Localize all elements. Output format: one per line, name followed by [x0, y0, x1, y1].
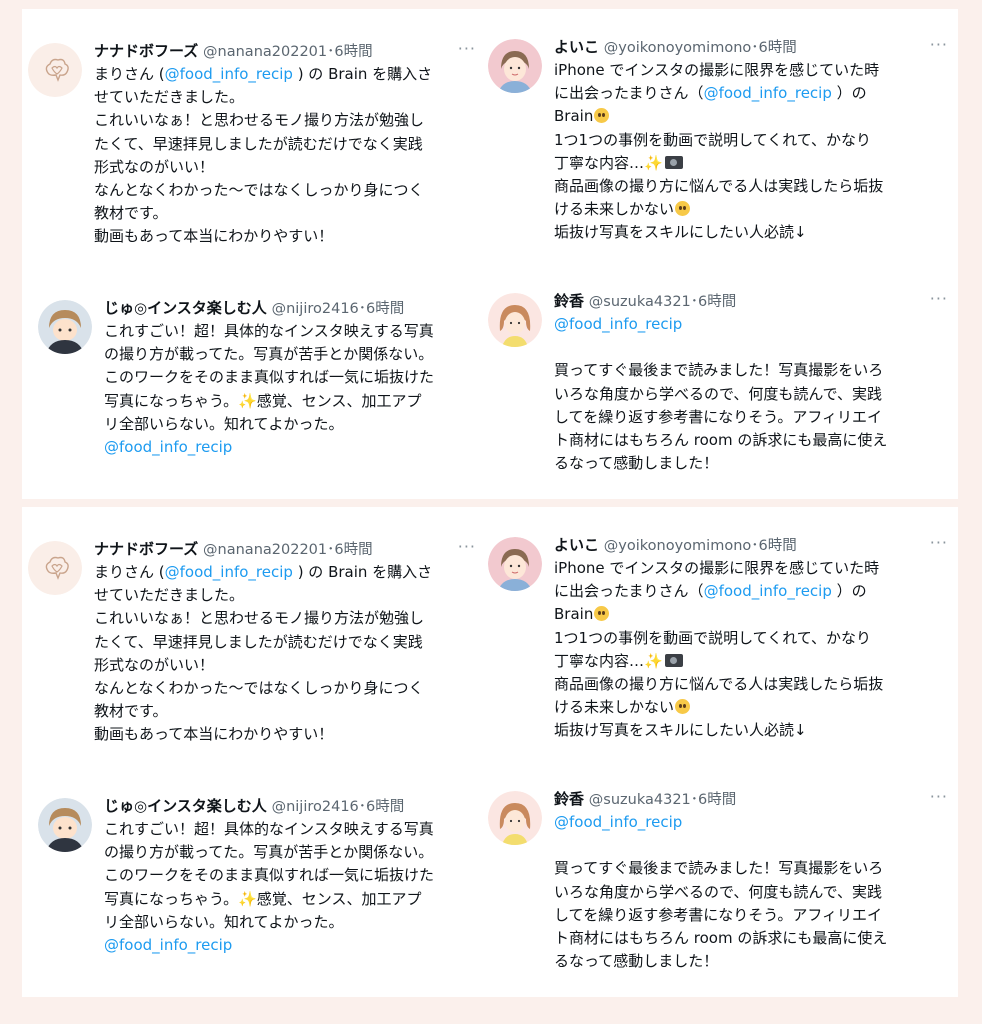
mention-link[interactable]: @food_info_recip	[165, 65, 293, 83]
handle-time: @nijiro2416･6時間	[271, 799, 405, 815]
avatar-yoiko[interactable]	[488, 537, 542, 591]
handle-time: @suzuka4321･6時間	[588, 792, 737, 808]
mention-link[interactable]: @food_info_recip	[165, 563, 293, 581]
avatar-nijiro[interactable]	[38, 300, 92, 354]
handle-time: @suzuka4321･6時間	[588, 294, 737, 310]
username[interactable]: ナナドボフーズ	[94, 540, 198, 558]
more-options-icon[interactable]: ···	[930, 787, 948, 807]
mention-link[interactable]: @food_info_recip	[104, 934, 480, 957]
tweet-text: これすごい！超！具体的なインスタ映えする写真 の撮り方が載ってた。写真が苦手とか…	[104, 320, 480, 459]
tweet-text: iPhone でインスタの撮影に限界を感じていた時 に出会ったまりさん（@foo…	[554, 61, 884, 242]
pleading-face-icon	[594, 108, 610, 124]
mention-link[interactable]: @food_info_recip	[554, 313, 952, 336]
camera-icon	[664, 653, 683, 667]
pleading-face-icon	[675, 201, 691, 217]
tweet-text: @food_info_recip 買ってすぐ最後まで読みました！写真撮影をいろ …	[554, 313, 952, 475]
handle-time: @yoikonoyomimono･6時間	[603, 538, 797, 554]
tweet-text: まりさん (@food_info_recip ) の Brain を購入さ せて…	[94, 563, 433, 744]
avatar-suzuka[interactable]	[488, 293, 542, 347]
more-options-icon[interactable]: ···	[458, 39, 476, 59]
pleading-face-icon	[675, 699, 691, 715]
tweet-text: iPhone でインスタの撮影に限界を感じていた時 に出会ったまりさん（@foo…	[554, 559, 884, 740]
username[interactable]: よいこ	[554, 38, 599, 56]
avatar-yoiko[interactable]	[488, 39, 542, 93]
tweet-text: これすごい！超！具体的なインスタ映えする写真 の撮り方が載ってた。写真が苦手とか…	[104, 818, 480, 957]
sparkles-icon: ✨	[238, 391, 257, 410]
avatar-nanana[interactable]	[28, 541, 82, 595]
more-options-icon[interactable]: ···	[930, 35, 948, 55]
mention-link[interactable]: @food_info_recip	[704, 84, 832, 102]
mention-link[interactable]: @food_info_recip	[104, 436, 480, 459]
pleading-face-icon	[594, 606, 610, 622]
mention-link[interactable]: @food_info_recip	[554, 811, 952, 834]
more-options-icon[interactable]: ···	[930, 533, 948, 553]
handle-time: @nanana202201･6時間	[203, 44, 373, 60]
tweet-text: まりさん (@food_info_recip ) の Brain を購入さ せて…	[94, 65, 433, 246]
more-options-icon[interactable]: ···	[458, 537, 476, 557]
sparkles-icon: ✨	[644, 651, 663, 670]
handle-time: @yoikonoyomimono･6時間	[603, 40, 797, 56]
review-panel-top: ナナドボフーズ @nanana202201･6時間 ··· まりさん (@foo…	[22, 9, 958, 499]
mention-link[interactable]: @food_info_recip	[704, 582, 832, 600]
handle-time: @nijiro2416･6時間	[271, 301, 405, 317]
avatar-nanana[interactable]	[28, 43, 82, 97]
handle-time: @nanana202201･6時間	[203, 542, 373, 558]
username[interactable]: ナナドボフーズ	[94, 42, 198, 60]
username[interactable]: じゅ◎インスタ楽しむ人	[104, 797, 267, 815]
tweet-text: @food_info_recip 買ってすぐ最後まで読みました！写真撮影をいろ …	[554, 811, 952, 973]
sparkles-icon: ✨	[644, 153, 663, 172]
camera-icon	[664, 155, 683, 169]
username[interactable]: 鈴香	[554, 292, 584, 310]
more-options-icon[interactable]: ···	[930, 289, 948, 309]
avatar-nijiro[interactable]	[38, 798, 92, 852]
username[interactable]: じゅ◎インスタ楽しむ人	[104, 299, 267, 317]
sparkles-icon: ✨	[238, 889, 257, 908]
username[interactable]: 鈴香	[554, 790, 584, 808]
review-panel-bottom: ナナドボフーズ @nanana202201･6時間 ··· まりさん (@foo…	[22, 507, 958, 997]
username[interactable]: よいこ	[554, 536, 599, 554]
avatar-suzuka[interactable]	[488, 791, 542, 845]
